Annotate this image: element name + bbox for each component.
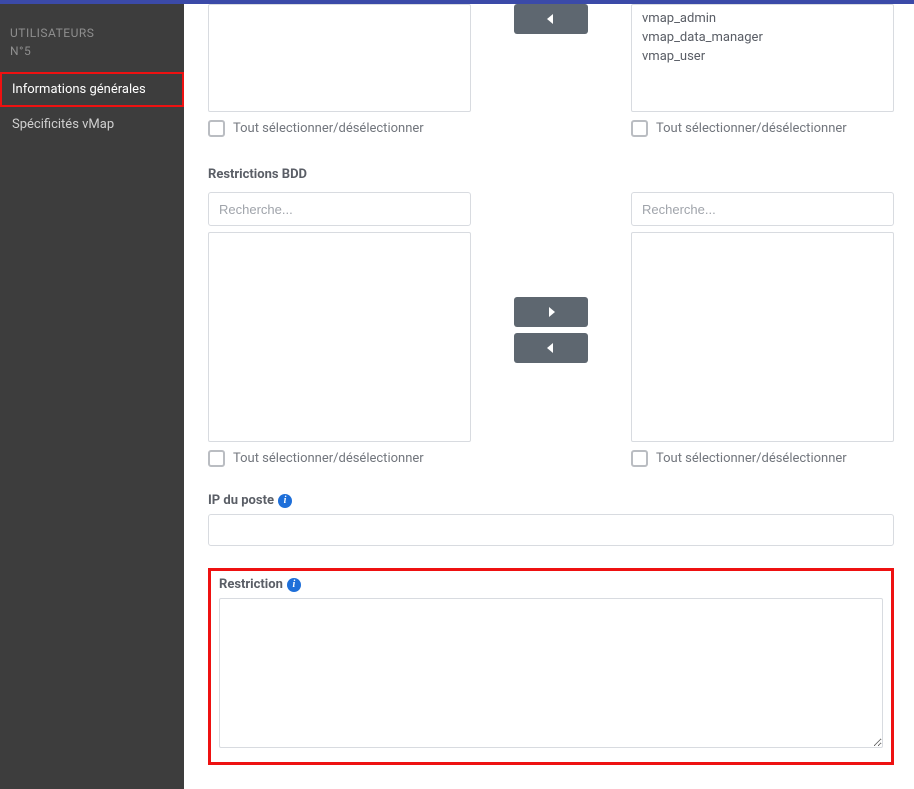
caret-right-icon [547,307,555,317]
bdd-dual-list: Tout sélectionner/désélectionner Tout sé… [208,192,894,467]
move-left-button[interactable] [514,4,588,34]
select-all-label: Tout sélectionner/désélectionner [656,451,847,466]
top-right-select-all[interactable]: Tout sélectionner/désélectionner [631,120,894,137]
sidebar: UTILISATEURS N°5 Informations générales … [0,4,184,789]
info-icon[interactable]: i [278,494,292,508]
bdd-right-select-all[interactable]: Tout sélectionner/désélectionner [631,450,894,467]
sidebar-section-header: UTILISATEURS N°5 [0,24,184,72]
caret-left-icon [547,14,555,24]
restriction-block-highlight: Restriction i [208,568,894,765]
select-all-label: Tout sélectionner/désélectionner [233,451,424,466]
label-restriction: Restriction i [219,577,883,592]
caret-left-icon [547,343,555,353]
select-all-label: Tout sélectionner/désélectionner [656,121,847,136]
section-title-restrictions-bdd: Restrictions BDD [208,167,894,182]
top-left-listbox[interactable] [208,4,471,112]
checkbox-icon[interactable] [631,120,648,137]
bdd-left-select-all[interactable]: Tout sélectionner/désélectionner [208,450,471,467]
restriction-textarea[interactable] [219,598,883,748]
list-item[interactable]: vmap_user [632,47,893,66]
bdd-transfer-controls [471,192,631,467]
list-item[interactable]: vmap_data_manager [632,28,893,47]
bdd-right-listbox[interactable] [631,232,894,442]
sidebar-header-line2: N°5 [10,42,174,60]
top-left-select-all[interactable]: Tout sélectionner/désélectionner [208,120,471,137]
checkbox-icon[interactable] [208,120,225,137]
label-text: Restriction [219,577,283,592]
sidebar-item-label: Informations générales [12,82,146,97]
top-dual-list: Tout sélectionner/désélectionner vmap_ad… [208,4,894,137]
ip-du-poste-input[interactable] [208,514,894,546]
checkbox-icon[interactable] [208,450,225,467]
sidebar-item-specificites-vmap[interactable]: Spécificités vMap [0,107,184,142]
label-text: IP du poste [208,493,274,508]
bdd-left-search-input[interactable] [208,192,471,226]
sidebar-item-informations-generales[interactable]: Informations générales [0,72,184,107]
move-right-button[interactable] [514,297,588,327]
bdd-left-listbox[interactable] [208,232,471,442]
sidebar-item-label: Spécificités vMap [12,117,114,132]
main-content: Tout sélectionner/désélectionner vmap_ad… [184,4,914,789]
checkbox-icon[interactable] [631,450,648,467]
move-left-button[interactable] [514,333,588,363]
bdd-right-search-input[interactable] [631,192,894,226]
top-right-listbox[interactable]: vmap_admin vmap_data_manager vmap_user [631,4,894,112]
list-item[interactable]: vmap_admin [632,9,893,28]
info-icon[interactable]: i [287,578,301,592]
sidebar-header-line1: UTILISATEURS [10,24,174,42]
top-transfer-controls [471,4,631,137]
select-all-label: Tout sélectionner/désélectionner [233,121,424,136]
label-ip-du-poste: IP du poste i [208,493,894,508]
